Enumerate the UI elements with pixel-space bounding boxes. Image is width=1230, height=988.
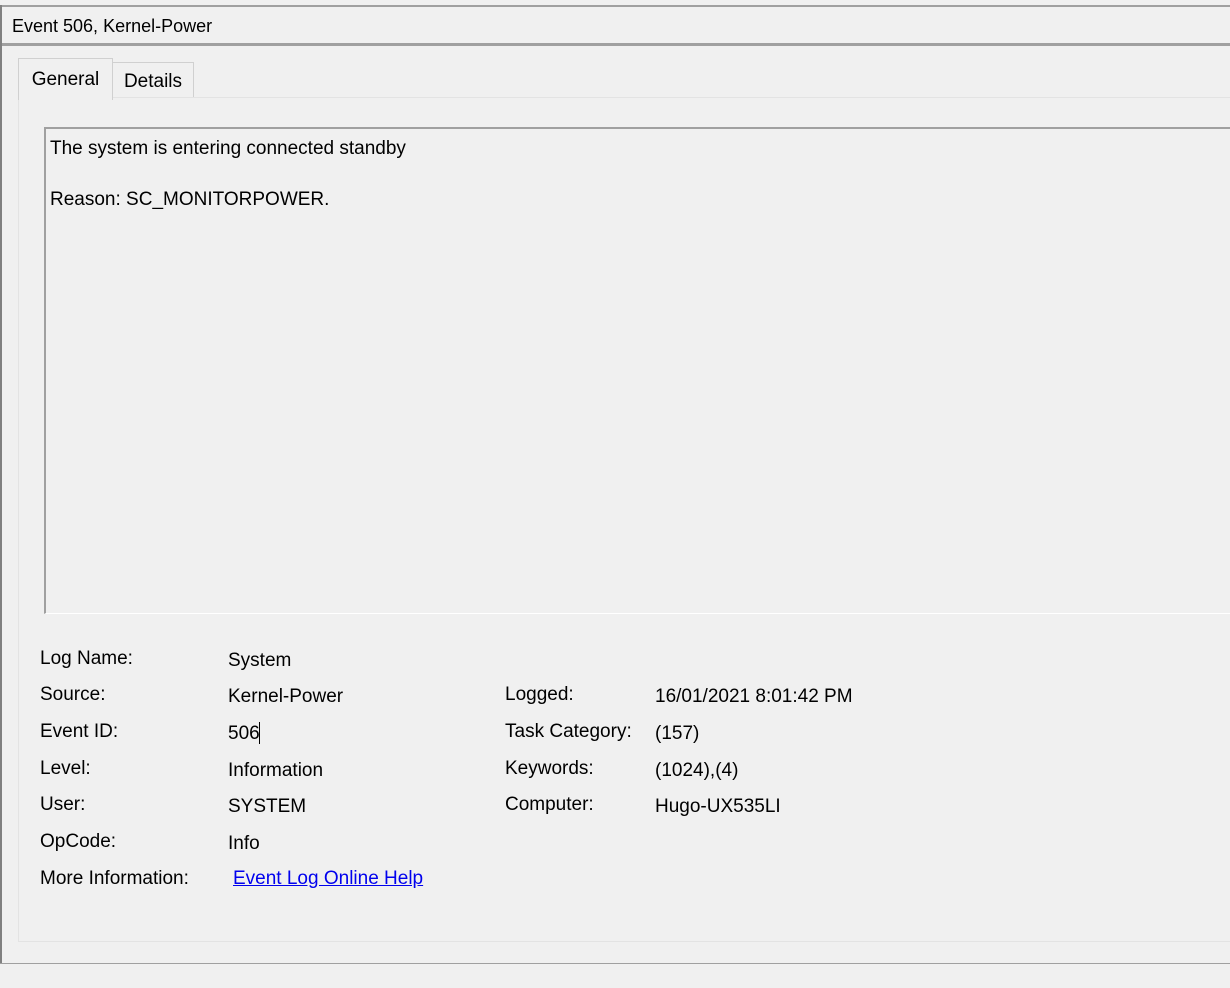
computer-label: Computer: bbox=[505, 794, 594, 815]
description-line-2: Reason: SC_MONITORPOWER. bbox=[50, 189, 330, 210]
event-properties-window: Event 506, Kernel-Power General Details … bbox=[0, 0, 1230, 988]
level-value[interactable]: Information bbox=[228, 760, 323, 782]
title-separator bbox=[2, 43, 1230, 46]
text-caret bbox=[259, 722, 260, 744]
user-label: User: bbox=[40, 794, 86, 815]
event-log-online-help-link[interactable]: Event Log Online Help bbox=[233, 868, 423, 890]
level-label: Level: bbox=[40, 758, 91, 779]
user-value[interactable]: SYSTEM bbox=[228, 796, 306, 818]
keywords-value[interactable]: (1024),(4) bbox=[655, 760, 738, 782]
computer-value[interactable]: Hugo-UX535LI bbox=[655, 796, 781, 818]
tab-general[interactable]: General bbox=[18, 58, 113, 100]
opcode-label: OpCode: bbox=[40, 831, 117, 852]
event-id-label: Event ID: bbox=[40, 721, 119, 742]
bottom-area bbox=[0, 964, 1230, 988]
logged-value[interactable]: 16/01/2021 8:01:42 PM bbox=[655, 686, 853, 708]
log-name-value[interactable]: System bbox=[228, 650, 291, 672]
keywords-label: Keywords: bbox=[505, 758, 594, 779]
more-information-label: More Information: bbox=[40, 868, 189, 889]
window-left-border bbox=[0, 5, 2, 963]
source-label: Source: bbox=[40, 684, 106, 705]
task-category-value[interactable]: (157) bbox=[655, 723, 699, 745]
event-description-box[interactable]: The system is entering connected standby… bbox=[44, 127, 1230, 614]
title-bar: Event 506, Kernel-Power bbox=[2, 7, 1230, 43]
event-id-value[interactable]: 506 bbox=[228, 723, 260, 745]
log-name-label: Log Name: bbox=[40, 648, 133, 669]
logged-label: Logged: bbox=[505, 684, 574, 705]
task-category-label: Task Category: bbox=[505, 721, 632, 742]
source-value[interactable]: Kernel-Power bbox=[228, 686, 343, 708]
description-line-1: The system is entering connected standby bbox=[50, 138, 406, 159]
tab-details[interactable]: Details bbox=[113, 62, 194, 97]
opcode-value[interactable]: Info bbox=[228, 833, 260, 855]
window-title: Event 506, Kernel-Power bbox=[12, 16, 213, 36]
